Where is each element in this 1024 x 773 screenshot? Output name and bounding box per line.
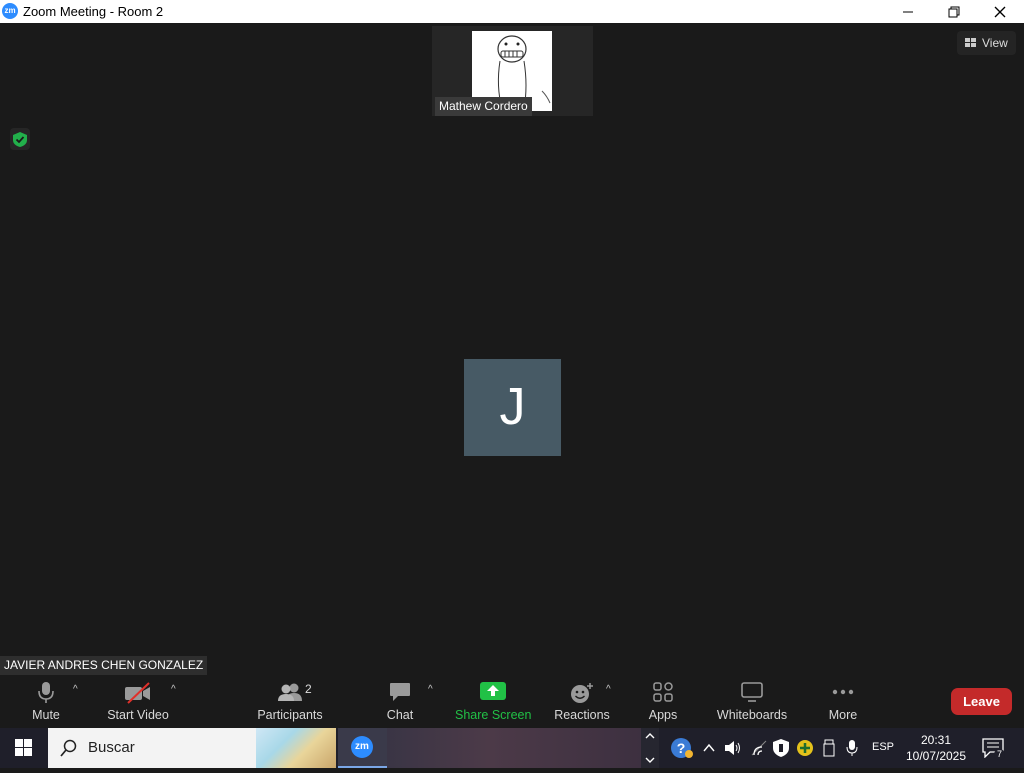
search-highlight-image [256, 728, 336, 768]
windows-taskbar: Buscar zm ? ESP 20:31 10/07/2025 7 [0, 728, 1024, 768]
clock[interactable]: 20:31 10/07/2025 [903, 732, 969, 764]
mute-label: Mute [32, 708, 60, 722]
speaker-icon[interactable] [724, 739, 742, 757]
start-video-label: Start Video [107, 708, 169, 722]
more-button[interactable]: More [823, 676, 863, 728]
whiteboard-icon [741, 682, 763, 702]
security-shield-button[interactable] [10, 128, 30, 150]
shield-check-icon [13, 132, 27, 147]
participant-name-label: Mathew Cordero [435, 97, 532, 116]
self-avatar: J [464, 359, 561, 456]
participant-thumbnail[interactable]: Mathew Cordero [432, 26, 593, 116]
chevron-up-icon[interactable] [702, 742, 716, 754]
microphone-icon [38, 682, 54, 703]
notifications-count: 7 [994, 749, 1005, 760]
reactions-button[interactable]: Reactions [553, 676, 611, 728]
usb-device-icon[interactable] [822, 739, 836, 757]
close-icon [994, 6, 1006, 18]
search-icon [60, 739, 77, 757]
leave-button[interactable]: Leave [951, 688, 1012, 715]
language-indicator[interactable]: ESP [872, 741, 894, 753]
apps-icon [653, 682, 673, 702]
self-name-label: JAVIER ANDRES CHEN GONZALEZ [0, 656, 208, 675]
start-button[interactable] [0, 728, 48, 768]
reactions-smiley-icon [571, 683, 593, 703]
restore-icon [948, 6, 960, 18]
taskbar-scroll-arrows[interactable] [641, 728, 659, 768]
chat-label: Chat [386, 708, 414, 722]
grid-view-icon [965, 38, 976, 47]
whiteboards-button[interactable]: Whiteboards [714, 676, 790, 728]
taskbar-search-box[interactable]: Buscar [48, 728, 336, 768]
chat-options-caret-icon[interactable]: ^ [428, 684, 433, 695]
reactions-label: Reactions [554, 708, 610, 722]
microphone-tray-icon[interactable] [846, 739, 858, 757]
scroll-up-down-icon [645, 733, 655, 763]
windows-logo-icon [15, 739, 32, 756]
whiteboards-label: Whiteboards [716, 708, 788, 722]
taskbar-zoom-app[interactable]: zm [338, 728, 387, 768]
minimize-icon [903, 11, 913, 13]
windows-security-icon[interactable] [773, 739, 789, 757]
window-title: Zoom Meeting - Room 2 [23, 4, 164, 19]
participants-count: 2 [305, 682, 312, 696]
restore-button[interactable] [931, 0, 977, 23]
view-label: View [982, 36, 1008, 50]
svg-text:?: ? [677, 740, 686, 756]
update-plus-icon[interactable] [796, 739, 814, 757]
participants-button[interactable]: 2 Participants [255, 676, 325, 728]
zoom-logo-icon: zm [2, 3, 18, 19]
wifi-icon[interactable] [751, 739, 767, 757]
apps-label: Apps [648, 708, 678, 722]
mute-button[interactable]: Mute [22, 676, 70, 728]
start-video-button[interactable]: Start Video [105, 676, 171, 728]
chat-button[interactable]: Chat [380, 676, 420, 728]
clock-time: 20:31 [920, 733, 952, 747]
help-icon[interactable]: ? [670, 737, 694, 759]
clock-date: 10/07/2025 [905, 749, 967, 763]
close-button[interactable] [977, 0, 1023, 23]
more-label: More [828, 708, 858, 722]
minimize-button[interactable] [885, 0, 931, 23]
audio-options-caret-icon[interactable]: ^ [73, 684, 78, 695]
title-bar: zm Zoom Meeting - Room 2 [0, 0, 1024, 23]
taskbar-empty-area [387, 728, 641, 768]
share-screen-button[interactable]: Share Screen [455, 676, 531, 728]
video-options-caret-icon[interactable]: ^ [171, 684, 176, 695]
apps-button[interactable]: Apps [643, 676, 683, 728]
reactions-options-caret-icon[interactable]: ^ [606, 684, 611, 695]
participants-label: Participants [257, 708, 323, 722]
notifications-button[interactable]: 7 [982, 738, 1005, 763]
more-dots-icon [832, 689, 854, 695]
zoom-app-icon: zm [351, 736, 373, 758]
share-screen-icon [480, 682, 506, 700]
video-off-icon [125, 682, 150, 704]
search-placeholder: Buscar [88, 739, 135, 756]
share-screen-label: Share Screen [455, 708, 532, 722]
view-button[interactable]: View [957, 31, 1016, 55]
meeting-toolbar: Mute ^ Start Video ^ 2 Participants Chat… [0, 676, 1024, 728]
participants-icon [278, 683, 302, 701]
chat-bubble-icon [390, 683, 410, 701]
